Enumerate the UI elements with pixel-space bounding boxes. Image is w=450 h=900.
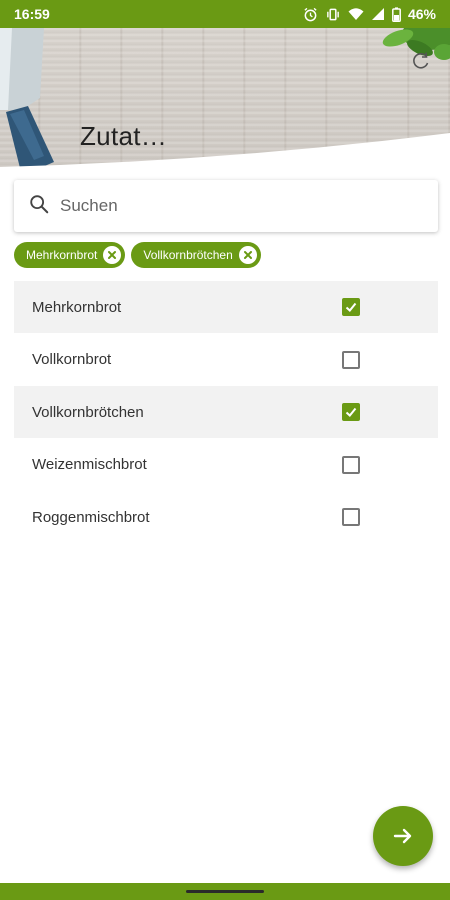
chip-vollkornbroetchen[interactable]: Vollkornbrötchen: [131, 242, 261, 268]
checkbox[interactable]: [342, 508, 360, 526]
battery-percent: 46%: [407, 6, 436, 22]
status-time: 16:59: [14, 6, 50, 22]
list-item-label: Vollkornbrötchen: [32, 403, 144, 421]
list-item-label: Vollkornbrot: [32, 351, 112, 368]
navigation-bar: [0, 883, 450, 900]
home-indicator[interactable]: [186, 890, 264, 893]
signal-icon: [371, 7, 385, 21]
list-item-label: Weizenmischbrot: [32, 456, 147, 473]
header-banner: [0, 28, 450, 168]
wifi-icon: [348, 7, 364, 21]
checkbox[interactable]: [342, 403, 360, 421]
list-item-label: Roggenmischbrot: [32, 508, 150, 526]
chip-label: Mehrkornbrot: [26, 248, 98, 262]
list-item[interactable]: Mehrkornbrot: [14, 281, 438, 333]
chip-remove-button[interactable]: [238, 246, 257, 264]
search-box[interactable]: [14, 180, 438, 232]
refresh-icon: [413, 52, 429, 69]
checkbox[interactable]: [342, 455, 360, 474]
close-icon: [108, 251, 117, 259]
next-button[interactable]: [373, 806, 433, 866]
status-icons: 46%: [303, 6, 436, 22]
selected-chips: Mehrkornbrot Vollkornbrötchen: [14, 242, 261, 268]
list-item[interactable]: Weizenmischbrot: [14, 439, 438, 491]
close-icon: [243, 251, 252, 259]
chip-mehrkornbrot[interactable]: Mehrkornbrot: [14, 242, 126, 268]
chip-remove-button[interactable]: [103, 246, 122, 264]
ingredient-list: Mehrkornbrot Vollkornbrot Vollkornbrötch…: [14, 281, 438, 544]
check-icon: [345, 302, 357, 312]
search-input[interactable]: [58, 195, 402, 217]
herbs-image: [382, 28, 450, 60]
list-item[interactable]: Roggenmischbrot: [14, 491, 438, 543]
list-item-label: Mehrkornbrot: [32, 298, 122, 316]
alarm-icon: [303, 7, 318, 22]
refresh-button[interactable]: [408, 48, 434, 74]
checkbox[interactable]: [342, 298, 360, 316]
vibrate-icon: [325, 7, 341, 22]
header-curve: [0, 133, 450, 168]
chip-label: Vollkornbrötchen: [143, 248, 233, 262]
search-icon: [28, 193, 50, 220]
checkbox[interactable]: [342, 350, 360, 369]
check-icon: [345, 407, 357, 417]
list-item[interactable]: Vollkornbrötchen: [14, 386, 438, 438]
list-item[interactable]: Vollkornbrot: [14, 334, 438, 386]
battery-icon: [392, 6, 401, 22]
status-bar: 16:59 46%: [0, 0, 450, 28]
arrow-right-icon: [393, 828, 412, 844]
page-title: Zutat…: [80, 121, 168, 151]
